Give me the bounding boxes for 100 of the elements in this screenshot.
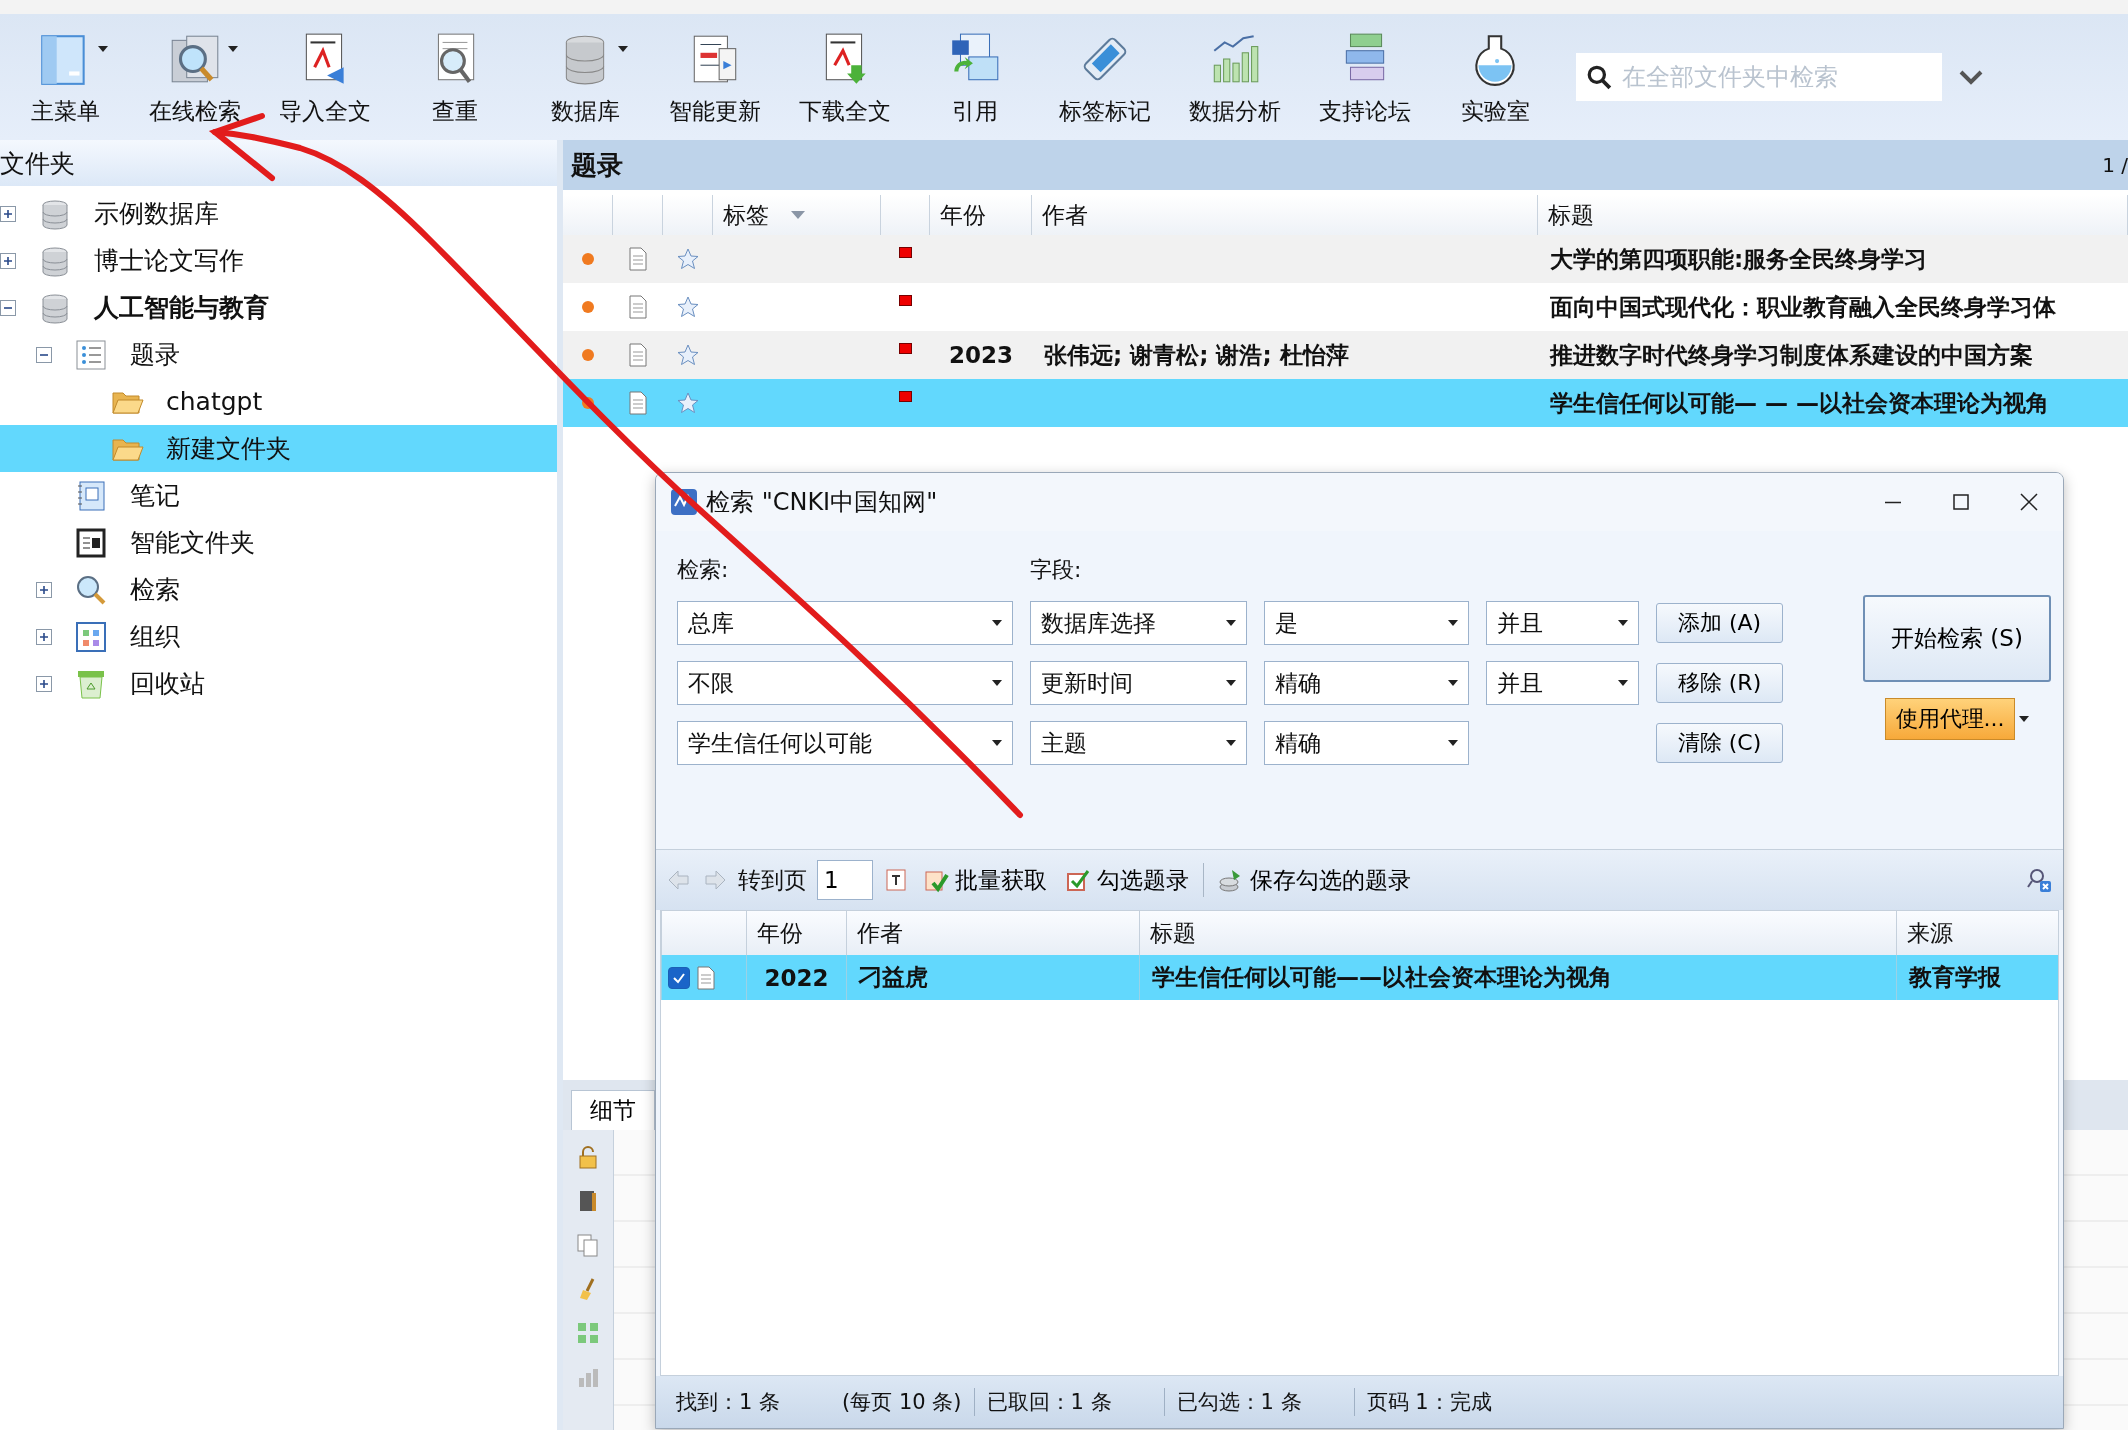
star-icon[interactable] xyxy=(677,296,699,318)
tree-item[interactable]: 回收站 xyxy=(0,660,557,707)
search-icon xyxy=(1586,64,1612,90)
expand-icon[interactable] xyxy=(0,252,16,269)
tree-label: 博士论文写作 xyxy=(94,245,244,277)
criteria-button[interactable]: 添加 (A) xyxy=(1656,603,1783,643)
document-icon xyxy=(628,391,648,415)
toolbar-button[interactable]: 查重 xyxy=(390,27,520,127)
toolbar-button[interactable]: 标签标记 xyxy=(1040,27,1170,127)
minimize-icon xyxy=(1883,500,1903,504)
tree-item[interactable]: 博士论文写作 xyxy=(0,237,557,284)
toolbar-button[interactable]: 实验室 xyxy=(1430,27,1560,127)
tree-item[interactable]: 检索 xyxy=(0,566,557,613)
tree-item[interactable]: 人工智能与教育 xyxy=(0,284,557,331)
details-tab[interactable]: 细节 xyxy=(571,1090,655,1130)
toolbar-button[interactable]: 数据库 xyxy=(520,27,650,127)
page-icon[interactable] xyxy=(883,867,909,893)
star-icon[interactable] xyxy=(677,392,699,414)
caret-icon xyxy=(992,620,1002,626)
field-dropdown[interactable]: 更新时间 xyxy=(1030,661,1247,705)
document-icon xyxy=(696,965,716,990)
caret-icon[interactable] xyxy=(98,45,108,52)
expand-icon[interactable] xyxy=(36,628,52,645)
expand-icon[interactable] xyxy=(36,675,52,692)
expand-icon[interactable] xyxy=(0,205,16,222)
tree-label: 题录 xyxy=(130,339,180,371)
caret-icon[interactable] xyxy=(618,45,628,52)
batch-fetch-button[interactable]: 批量获取 xyxy=(919,864,1051,896)
caret-icon xyxy=(1448,740,1458,746)
tree-label: 检索 xyxy=(130,574,180,606)
caret-icon xyxy=(1226,680,1236,686)
toolbar-button[interactable]: 下载全文 xyxy=(780,27,910,127)
toolbar-button[interactable]: 引用 xyxy=(910,27,1040,127)
toolbar-button[interactable]: 智能更新 xyxy=(650,27,780,127)
tree-item[interactable]: 新建文件夹 xyxy=(0,425,557,472)
logic-dropdown[interactable]: 并且 xyxy=(1486,601,1639,645)
criteria-button[interactable]: 移除 (R) xyxy=(1656,663,1783,703)
tree-item[interactable]: 示例数据库 xyxy=(0,190,557,237)
checkbox[interactable] xyxy=(668,966,690,989)
field-dropdown[interactable]: 数据库选择 xyxy=(1030,601,1247,645)
goto-label: 转到页 xyxy=(738,865,807,895)
flag-icon xyxy=(899,390,912,402)
document-icon xyxy=(628,247,648,271)
caret-icon xyxy=(1618,620,1628,626)
caret-icon xyxy=(992,740,1002,746)
match-dropdown[interactable]: 精确 xyxy=(1264,661,1469,705)
field-dropdown[interactable]: 主题 xyxy=(1030,721,1247,765)
star-icon[interactable] xyxy=(677,248,699,270)
page-field[interactable]: 1 xyxy=(817,860,873,900)
toolbar-button[interactable]: 导入全文 xyxy=(260,27,390,127)
tree-item[interactable]: 题录 xyxy=(0,331,557,378)
match-dropdown[interactable]: 精确 xyxy=(1264,721,1469,765)
panel-title: 文件夹 xyxy=(0,147,75,180)
collapse-icon[interactable] xyxy=(0,299,16,316)
toolbar-button[interactable]: 主菜单 xyxy=(0,27,130,127)
term-dropdown[interactable]: 学生信任何以可能 xyxy=(677,721,1013,765)
toolbar-button[interactable]: 数据分析 xyxy=(1170,27,1300,127)
record-row[interactable]: 学生信任何以可能— — —以社会资本理论为视角 xyxy=(563,379,2128,427)
tree-item[interactable]: 笔记 xyxy=(0,472,557,519)
checkbox-icon xyxy=(1065,867,1091,893)
caret-icon xyxy=(992,680,1002,686)
field-label: 检索: xyxy=(677,556,730,584)
logic-dropdown[interactable]: 并且 xyxy=(1486,661,1639,705)
toolbar-button[interactable]: 支持论坛 xyxy=(1300,27,1430,127)
table-cell-text: 刁益虎 xyxy=(859,963,928,992)
expand-icon[interactable] xyxy=(36,581,52,598)
table-cell-text: 面向中国式现代化：职业教育融入全民终身学习体 xyxy=(1550,292,2056,322)
tree-label: 回收站 xyxy=(130,668,205,700)
caret-icon xyxy=(1448,620,1458,626)
search-field[interactable]: 在全部文件夹中检索 xyxy=(1576,53,1942,101)
chevron-icon[interactable] xyxy=(1958,68,1984,86)
match-dropdown[interactable]: 是 xyxy=(1264,601,1469,645)
check-records-button[interactable]: 勾选题录 xyxy=(1061,864,1193,896)
table-cell-text: 教育学报 xyxy=(1909,963,2001,992)
proxy-button[interactable]: 使用代理... xyxy=(1884,698,2016,740)
table-cell: 2022 xyxy=(764,964,829,991)
tree-item[interactable]: 智能文件夹 xyxy=(0,519,557,566)
tree-item[interactable]: 组织 xyxy=(0,613,557,660)
tree-item[interactable]: chatgpt xyxy=(0,378,557,425)
clear-search-icon[interactable] xyxy=(2027,867,2053,893)
start-search-button[interactable]: 开始检索 (S) xyxy=(1863,595,2051,682)
record-row[interactable]: 2023 张伟远; 谢青松; 谢浩; 杜怡萍 推进数字时代终身学习制度体系建设的中国方案 xyxy=(563,331,2128,379)
caret-icon[interactable] xyxy=(2019,716,2030,722)
caret-icon[interactable] xyxy=(228,45,238,52)
star-icon[interactable] xyxy=(677,344,699,366)
tree-label: 人工智能与教育 xyxy=(94,292,269,324)
record-row[interactable]: 大学的第四项职能:服务全民终身学习 xyxy=(563,235,2128,283)
collapse-icon[interactable] xyxy=(36,346,52,363)
save-checked-button[interactable]: 保存勾选的题录 xyxy=(1214,864,1415,896)
tree-label: 新建文件夹 xyxy=(166,433,291,465)
term-dropdown[interactable]: 不限 xyxy=(677,661,1013,705)
result-row[interactable]: 2022 刁益虎 学生信任何以可能——以社会资本理论为视角 教育学报 xyxy=(661,955,2058,1000)
status-text: (每页 10 条) xyxy=(841,1389,963,1416)
criteria-button[interactable]: 清除 (C) xyxy=(1656,723,1783,763)
term-dropdown[interactable]: 总库 xyxy=(677,601,1013,645)
field-label: 字段: xyxy=(1030,556,1083,584)
flag-icon xyxy=(899,246,912,258)
table-cell-text: 大学的第四项职能:服务全民终身学习 xyxy=(1550,244,1928,274)
window-title: 检索 "CNKI中国知网" xyxy=(706,487,938,518)
toolbar-button[interactable]: 在线检索 xyxy=(130,27,260,127)
